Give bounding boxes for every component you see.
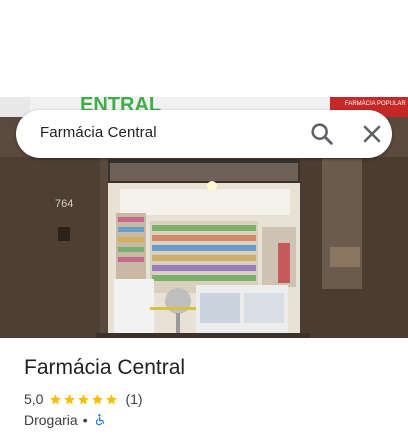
rating-row[interactable]: 5,0 (1) bbox=[24, 390, 143, 408]
side-sign-text: FARMÁCIA POPULAR bbox=[345, 100, 406, 107]
star-icon bbox=[106, 393, 118, 404]
star-icon bbox=[92, 393, 104, 404]
search-icon[interactable] bbox=[308, 120, 336, 148]
star-icon bbox=[78, 393, 90, 404]
close-icon[interactable] bbox=[358, 120, 386, 148]
separator-dot: • bbox=[82, 412, 88, 428]
map-top-area bbox=[0, 0, 408, 97]
place-category: Drogaria bbox=[24, 412, 78, 428]
place-info-panel[interactable]: Farmácia Central 5,0 (1) Drogaria • bbox=[0, 338, 408, 436]
star-icon bbox=[64, 393, 76, 404]
building-number: 764 bbox=[55, 198, 73, 210]
search-bar[interactable]: Farmácia Central bbox=[16, 110, 392, 158]
rating-value: 5,0 bbox=[24, 391, 44, 407]
review-count[interactable]: (1) bbox=[125, 391, 142, 407]
search-input[interactable]: Farmácia Central bbox=[40, 124, 157, 141]
wheelchair-icon bbox=[95, 414, 104, 426]
star-rating bbox=[49, 393, 119, 406]
category-row: Drogaria • bbox=[24, 411, 107, 429]
place-title: Farmácia Central bbox=[24, 356, 186, 379]
star-icon bbox=[50, 393, 62, 404]
